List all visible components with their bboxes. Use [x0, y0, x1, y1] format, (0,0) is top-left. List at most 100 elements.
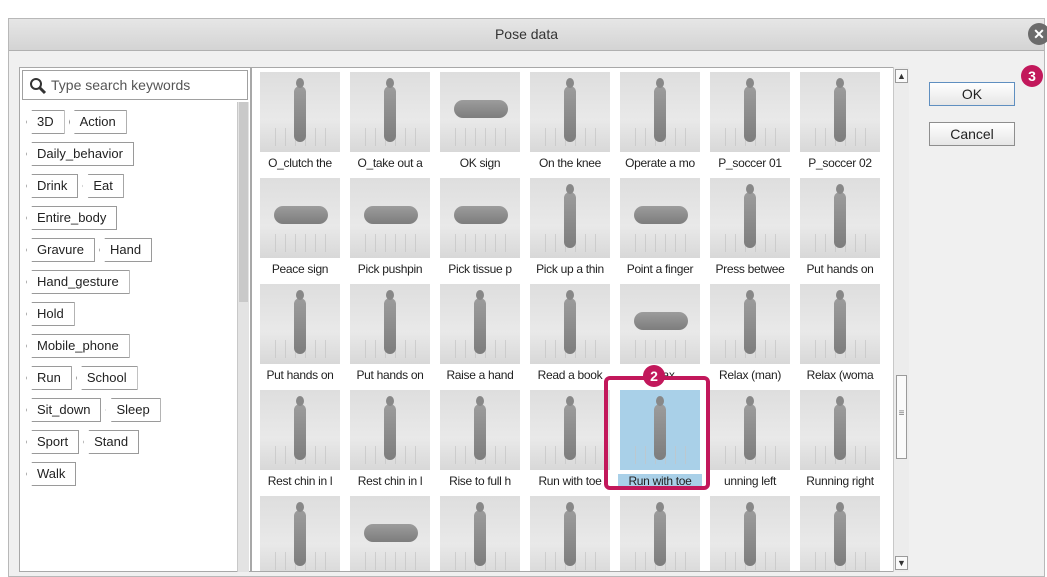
tag-stand[interactable]: Stand	[83, 430, 140, 454]
pose-item[interactable]: Relax (man)	[708, 282, 792, 392]
pose-floor-grid	[356, 552, 424, 570]
tag-row: Sport Stand	[26, 430, 235, 456]
pose-thumbnail	[530, 496, 610, 571]
pose-item[interactable]: O_take out a	[348, 70, 432, 180]
pose-thumbnail	[710, 390, 790, 470]
pose-item[interactable]: Rest chin in l	[348, 388, 432, 498]
pose-figure-icon	[834, 290, 846, 354]
pose-thumbnail	[440, 390, 520, 470]
pose-item[interactable]	[348, 494, 432, 571]
scroll-up-arrow-icon[interactable]: ▲	[895, 69, 908, 83]
pose-item[interactable]: P_soccer 02	[798, 70, 882, 180]
pose-item[interactable]	[618, 494, 702, 571]
pose-item[interactable]	[438, 494, 522, 571]
pose-item[interactable]: Put hands on	[258, 282, 342, 392]
pose-item[interactable]: Point a finger	[618, 176, 702, 286]
pose-figure-icon	[654, 502, 666, 566]
pose-figure-icon	[834, 78, 846, 142]
pose-item[interactable]: Put hands on	[348, 282, 432, 392]
pose-item[interactable]: Rest chin in l	[258, 388, 342, 498]
pose-floor-grid	[446, 128, 514, 146]
pose-item[interactable]: Pick up a thin	[528, 176, 612, 286]
pose-item[interactable]: Pick pushpin	[348, 176, 432, 286]
hand-figure-icon	[364, 206, 418, 224]
tag-gravure[interactable]: Gravure	[26, 238, 95, 262]
tag-drink[interactable]: Drink	[26, 174, 79, 198]
pose-item[interactable]: P_soccer 01	[708, 70, 792, 180]
pose-item[interactable]: Read a book	[528, 282, 612, 392]
tag-hand[interactable]: Hand	[98, 238, 153, 262]
pose-figure-icon	[834, 396, 846, 460]
pose-thumbnail	[800, 178, 880, 258]
tag-mobile-phone[interactable]: Mobile_phone	[26, 334, 130, 358]
pose-item[interactable]	[528, 494, 612, 571]
pose-label: Run with toe	[538, 474, 602, 488]
step-marker-3: 3	[1021, 65, 1043, 87]
pose-thumbnail	[350, 284, 430, 364]
tag-panel: 3DAction Daily_behavior DrinkEat Entire_bod…	[19, 67, 251, 572]
search-box[interactable]	[22, 70, 248, 100]
close-icon[interactable]: ✕	[1028, 23, 1047, 45]
pose-item[interactable]: Operate a mo	[618, 70, 702, 180]
tag-hand-gesture[interactable]: Hand_gesture	[26, 270, 130, 294]
ok-button[interactable]: OK	[929, 82, 1015, 106]
tag-sit-down[interactable]: Sit_down	[26, 398, 102, 422]
pose-thumbnail	[800, 496, 880, 571]
pose-figure-icon	[384, 78, 396, 142]
tag-row: Drink Eat	[26, 174, 235, 200]
pose-item[interactable]: Pick tissue p	[438, 176, 522, 286]
pose-thumbnail	[350, 72, 430, 152]
pose-label: Running right	[806, 474, 874, 488]
tag-run[interactable]: Run	[26, 366, 72, 390]
pose-item[interactable]: Rise to full h	[438, 388, 522, 498]
pose-label: Rest chin in l	[267, 474, 333, 488]
pose-thumbnail	[620, 72, 700, 152]
pose-item[interactable]: Run with toe	[528, 388, 612, 498]
pose-item[interactable]: O_clutch the	[258, 70, 342, 180]
pose-figure-icon	[474, 290, 486, 354]
pose-thumbnail	[710, 284, 790, 364]
pose-item[interactable]: Peace sign	[258, 176, 342, 286]
tag-row: Sit_down Sleep	[26, 398, 235, 424]
pose-thumbnail	[350, 390, 430, 470]
pose-label: Point a finger	[626, 262, 694, 276]
grid-scrollbar-thumb[interactable]	[896, 375, 907, 459]
pose-thumbnail	[530, 178, 610, 258]
pose-figure-icon	[384, 396, 396, 460]
pose-item[interactable]: Press betwee	[708, 176, 792, 286]
cancel-button[interactable]: Cancel	[929, 122, 1015, 146]
pose-label: Peace sign	[271, 262, 329, 276]
pose-label: P_soccer 02	[808, 156, 872, 170]
tag-action[interactable]: Action	[68, 110, 127, 134]
tag-3d[interactable]: 3D	[26, 110, 65, 134]
pose-label: On the knee	[538, 156, 602, 170]
tag-school[interactable]: School	[75, 366, 138, 390]
pose-figure-icon	[744, 78, 756, 142]
pose-item[interactable]	[798, 494, 882, 571]
pose-item[interactable]: On the knee	[528, 70, 612, 180]
tag-hold[interactable]: Hold	[26, 302, 75, 326]
tag-scrollbar[interactable]	[237, 102, 249, 572]
scroll-down-arrow-icon[interactable]: ▼	[895, 556, 908, 570]
grid-scrollbar[interactable]: ▲ ▼	[893, 67, 909, 572]
pose-item[interactable]: unning left	[708, 388, 792, 498]
pose-item[interactable]	[258, 494, 342, 571]
tag-entire-body[interactable]: Entire_body	[26, 206, 118, 230]
tag-scrollbar-thumb[interactable]	[239, 102, 248, 302]
search-input[interactable]	[51, 75, 243, 95]
tag-sport[interactable]: Sport	[26, 430, 80, 454]
tag-eat[interactable]: Eat	[82, 174, 124, 198]
pose-label: Operate a mo	[625, 156, 695, 170]
pose-item[interactable]: Put hands on	[798, 176, 882, 286]
pose-thumbnail	[260, 390, 340, 470]
pose-item[interactable]: Running right	[798, 388, 882, 498]
pose-item[interactable]	[708, 494, 792, 571]
pose-item[interactable]: OK sign	[438, 70, 522, 180]
pose-item[interactable]: Relax (woma	[798, 282, 882, 392]
tag-walk[interactable]: Walk	[26, 462, 77, 486]
pose-item[interactable]: Raise a hand	[438, 282, 522, 392]
tag-daily-behavior[interactable]: Daily_behavior	[26, 142, 134, 166]
tag-row: Daily_behavior	[26, 142, 235, 168]
tag-sleep[interactable]: Sleep	[105, 398, 161, 422]
pose-thumbnail	[620, 496, 700, 571]
